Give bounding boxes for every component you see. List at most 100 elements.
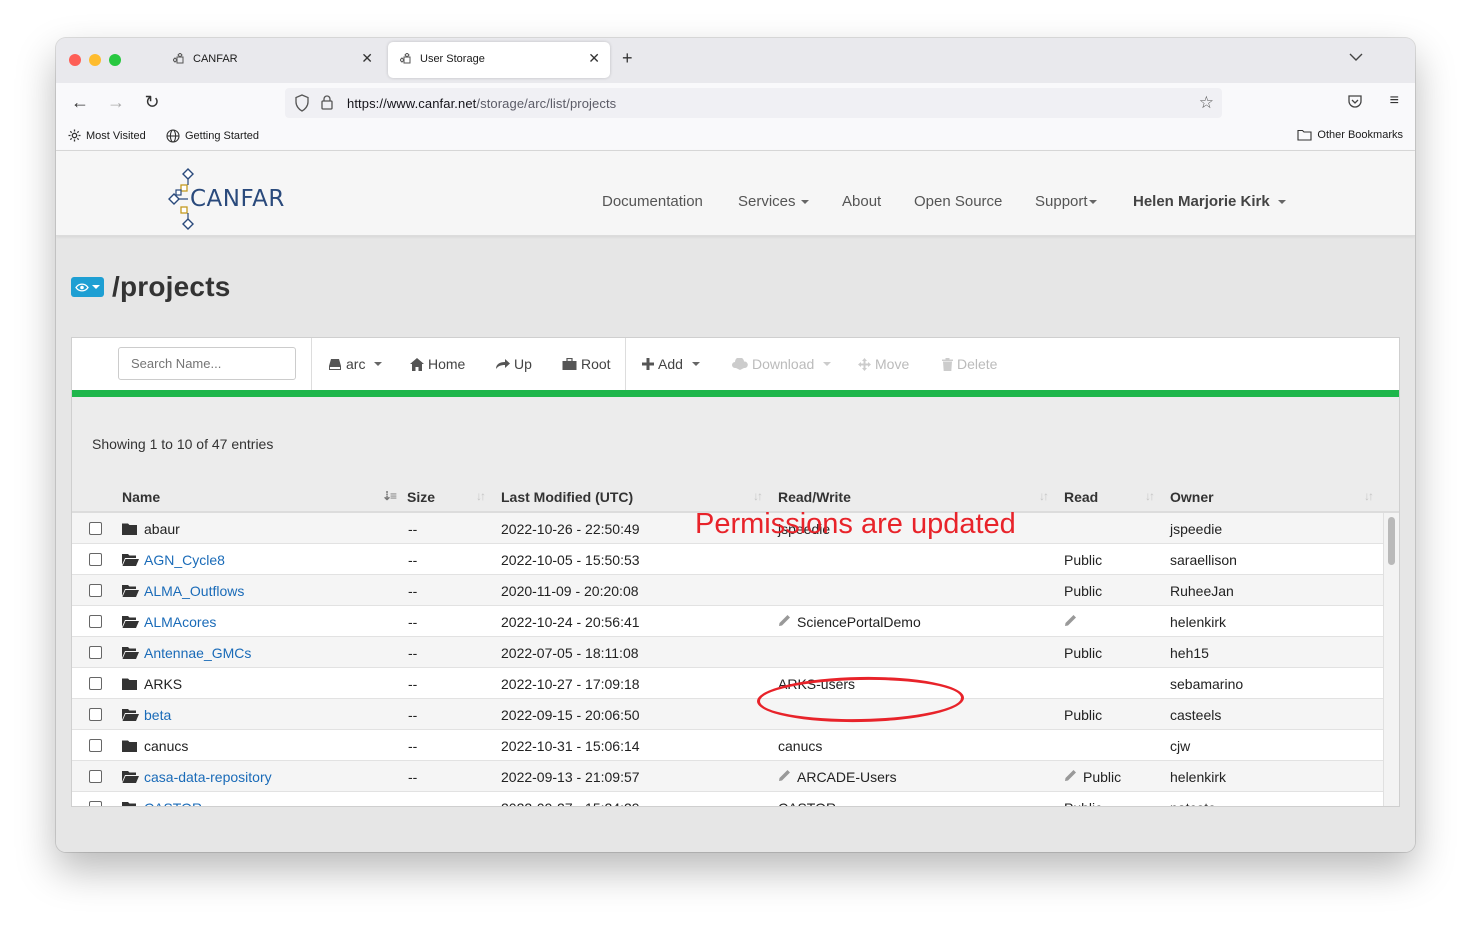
bookmark-label: Getting Started [185,130,259,142]
table-row[interactable]: CASTOR -- 2022-09-27 - 15:24:29 CASTOR Publi… [72,792,1385,806]
cell-read-write: CASTOR [778,800,836,806]
close-tab-icon[interactable]: ✕ [588,50,600,67]
row-checkbox[interactable] [89,770,102,783]
column-header-read-write[interactable]: Read/Write [778,489,851,505]
vospace-arc-dropdown[interactable]: arc [328,356,383,372]
row-checkbox[interactable] [89,553,102,566]
nav-open-source[interactable]: Open Source [914,193,1002,210]
sort-icon[interactable]: ↓↑ [1039,489,1049,503]
column-header-read[interactable]: Read [1064,489,1098,505]
back-arrow-icon[interactable]: ← [68,91,92,115]
table-row[interactable]: casa-data-repository -- 2022-09-13 - 21:09… [72,761,1385,792]
row-checkbox[interactable] [89,646,102,659]
sort-icon[interactable]: ↓↑ [476,489,486,503]
bookmark-most-visited[interactable]: Most Visited [68,129,146,142]
annotation-text: Permissions are updated [695,508,1016,540]
download-dropdown-button[interactable]: Download [732,356,832,372]
root-button[interactable]: Root [562,356,611,372]
nav-about[interactable]: About [842,193,881,210]
caret-down-icon [823,362,832,366]
list-all-tabs-icon[interactable] [1349,50,1363,64]
cell-name[interactable]: ALMAcores [144,614,216,630]
table-row[interactable]: Antennae_GMCs -- 2022-07-05 - 18:11:08 Publ… [72,637,1385,668]
sort-icon[interactable]: ↓↑ [1145,489,1155,503]
pencil-edit-icon[interactable] [1064,769,1077,785]
home-button[interactable]: Home [410,356,465,372]
address-bar[interactable]: https://www.canfar.net/storage/arc/list/… [285,88,1222,118]
table-row[interactable]: canucs -- 2022-10-31 - 15:06:14 canucs cjw [72,730,1385,761]
row-checkbox[interactable] [89,801,102,806]
column-header-name[interactable]: Name [122,489,160,505]
canfar-logo-text[interactable]: CANFAR [190,186,285,212]
bookmark-star-icon[interactable]: ☆ [1199,93,1214,113]
read-write-group: CASTOR [778,800,836,806]
sort-icon[interactable]: ↓↑ [753,489,763,503]
close-tab-icon[interactable]: ✕ [361,50,373,67]
cell-owner: sebamarino [1170,676,1244,692]
row-checkbox[interactable] [89,677,102,690]
close-window-button[interactable] [69,54,81,66]
cell-name[interactable]: AGN_Cycle8 [144,552,225,568]
visibility-dropdown-button[interactable] [71,277,104,297]
table-row[interactable]: AGN_Cycle8 -- 2022-10-05 - 15:50:53 Public s… [72,544,1385,575]
row-checkbox[interactable] [89,739,102,752]
hamburger-menu-icon[interactable]: ≡ [1390,92,1399,110]
hard-drive-icon [329,358,341,370]
nav-user-label: Helen Marjorie Kirk [1133,193,1270,210]
table-scrollbar[interactable] [1383,513,1399,806]
url-text[interactable]: https://www.canfar.net/storage/arc/list/… [347,96,616,111]
file-browser-panel: arc Home Up Root Add [71,337,1400,807]
row-checkbox[interactable] [89,708,102,721]
move-button[interactable]: Move [858,356,909,372]
cell-name[interactable]: Antennae_GMCs [144,645,251,661]
cell-name[interactable]: CASTOR [144,800,202,806]
nav-support-dropdown[interactable]: Support [1035,193,1097,210]
tab-user-storage[interactable]: User Storage ✕ [388,42,610,78]
cell-owner: jspeedie [1170,521,1223,537]
table-row[interactable]: ALMAcores -- 2022-10-24 - 20:56:41 ScienceP… [72,606,1385,637]
add-dropdown-button[interactable]: Add [642,356,700,372]
tab-canfar[interactable]: CANFAR ✕ [161,42,383,78]
search-name-input[interactable] [118,347,296,380]
table-row[interactable]: ALMA_Outflows -- 2020-11-09 - 20:20:08 Publ… [72,575,1385,606]
cell-name[interactable]: casa-data-repository [144,769,272,785]
row-checkbox[interactable] [89,615,102,628]
table-row[interactable]: ARKS -- 2022-10-27 - 17:09:18 ARKS-users seb… [72,668,1385,699]
lock-icon[interactable] [320,94,334,111]
new-tab-icon[interactable]: + [622,48,633,69]
table-row[interactable]: beta -- 2022-09-15 - 20:06:50 Public casteel… [72,699,1385,730]
read-group: Public [1064,552,1103,568]
cell-read: Public [1064,707,1102,723]
zoom-window-button[interactable] [109,54,121,66]
sort-icon[interactable]: ↓↑ [1364,489,1374,503]
sort-ascending-icon[interactable]: ⇣≡ [382,489,397,503]
scrollbar-thumb[interactable] [1388,517,1395,565]
bookmark-other-bookmarks[interactable]: Other Bookmarks [1297,129,1403,141]
reload-icon[interactable]: ↻ [140,91,164,115]
move-label: Move [875,356,910,372]
pocket-icon[interactable] [1347,95,1363,110]
cell-name[interactable]: beta [144,707,171,723]
nav-services-dropdown[interactable]: Services [738,193,809,210]
delete-button[interactable]: Delete [942,356,997,372]
pencil-edit-icon[interactable] [778,769,791,785]
column-header-owner[interactable]: Owner [1170,489,1214,505]
minimize-window-button[interactable] [89,54,101,66]
cell-name[interactable]: ALMA_Outflows [144,583,244,599]
forward-arrow-icon[interactable]: → [104,91,128,115]
title-row: /projects [71,271,231,303]
row-checkbox[interactable] [89,522,102,535]
nav-documentation[interactable]: Documentation [602,193,703,210]
caret-down-icon [92,285,100,289]
pencil-edit-icon[interactable] [778,614,791,630]
column-header-size[interactable]: Size [407,489,435,505]
nav-user-dropdown[interactable]: Helen Marjorie Kirk [1133,193,1286,210]
cell-read-write: canucs [778,738,822,754]
column-header-last-modified[interactable]: Last Modified (UTC) [501,489,633,505]
up-button[interactable]: Up [495,356,532,372]
row-checkbox[interactable] [89,584,102,597]
bookmark-getting-started[interactable]: Getting Started [166,129,259,143]
home-icon [410,357,424,371]
shield-icon[interactable] [294,94,310,112]
pencil-edit-icon[interactable] [1064,614,1077,630]
